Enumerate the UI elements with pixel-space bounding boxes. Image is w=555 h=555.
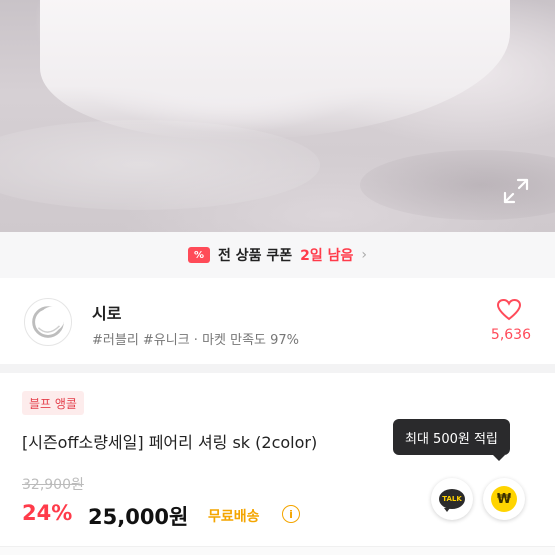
discount-rate: 24%	[22, 501, 73, 525]
product-image[interactable]	[0, 0, 555, 232]
bottom-divider	[0, 546, 555, 555]
shipping-label: 무료배송	[208, 509, 260, 525]
coupon-text: 전 상품 쿠폰	[217, 248, 293, 264]
fabric-fold	[0, 120, 320, 210]
like-count: 5,636	[490, 327, 531, 343]
shop-avatar[interactable]	[24, 298, 72, 346]
promo-badge: 블프 앵콜	[22, 391, 84, 415]
fabric-highlight	[40, 0, 510, 140]
points-tooltip: 최대 500원 적립	[393, 419, 510, 461]
won-coin-icon: ₩	[491, 486, 517, 512]
talk-button[interactable]: TALK	[431, 478, 473, 520]
shop-info[interactable]: 시로 #러블리 #유니크 · 마켓 만족도 97% 5,636	[0, 278, 555, 364]
info-icon[interactable]: i	[282, 505, 300, 523]
chat-bubble-icon: TALK	[439, 489, 465, 512]
coupon-percent-icon: %	[187, 247, 210, 263]
points-button[interactable]: ₩	[483, 478, 525, 520]
coupon-remaining: 2일 남음	[300, 248, 354, 264]
shop-tags: #러블리 #유니크 · 마켓 만족도 97%	[92, 333, 300, 348]
expand-icon[interactable]	[503, 178, 529, 204]
shop-name[interactable]: 시로	[92, 300, 121, 324]
heart-icon[interactable]	[496, 298, 522, 322]
section-divider	[0, 364, 555, 373]
original-price: 32,900원	[22, 477, 84, 493]
coupon-banner[interactable]: % 전 상품 쿠폰 2일 남음 ›	[0, 232, 555, 278]
chevron-right-icon: ›	[361, 247, 368, 263]
sale-price: 25,000원	[88, 505, 189, 529]
product-title: [시즌off소량세일] 페어리 셔링 sk (2color)	[22, 433, 318, 452]
